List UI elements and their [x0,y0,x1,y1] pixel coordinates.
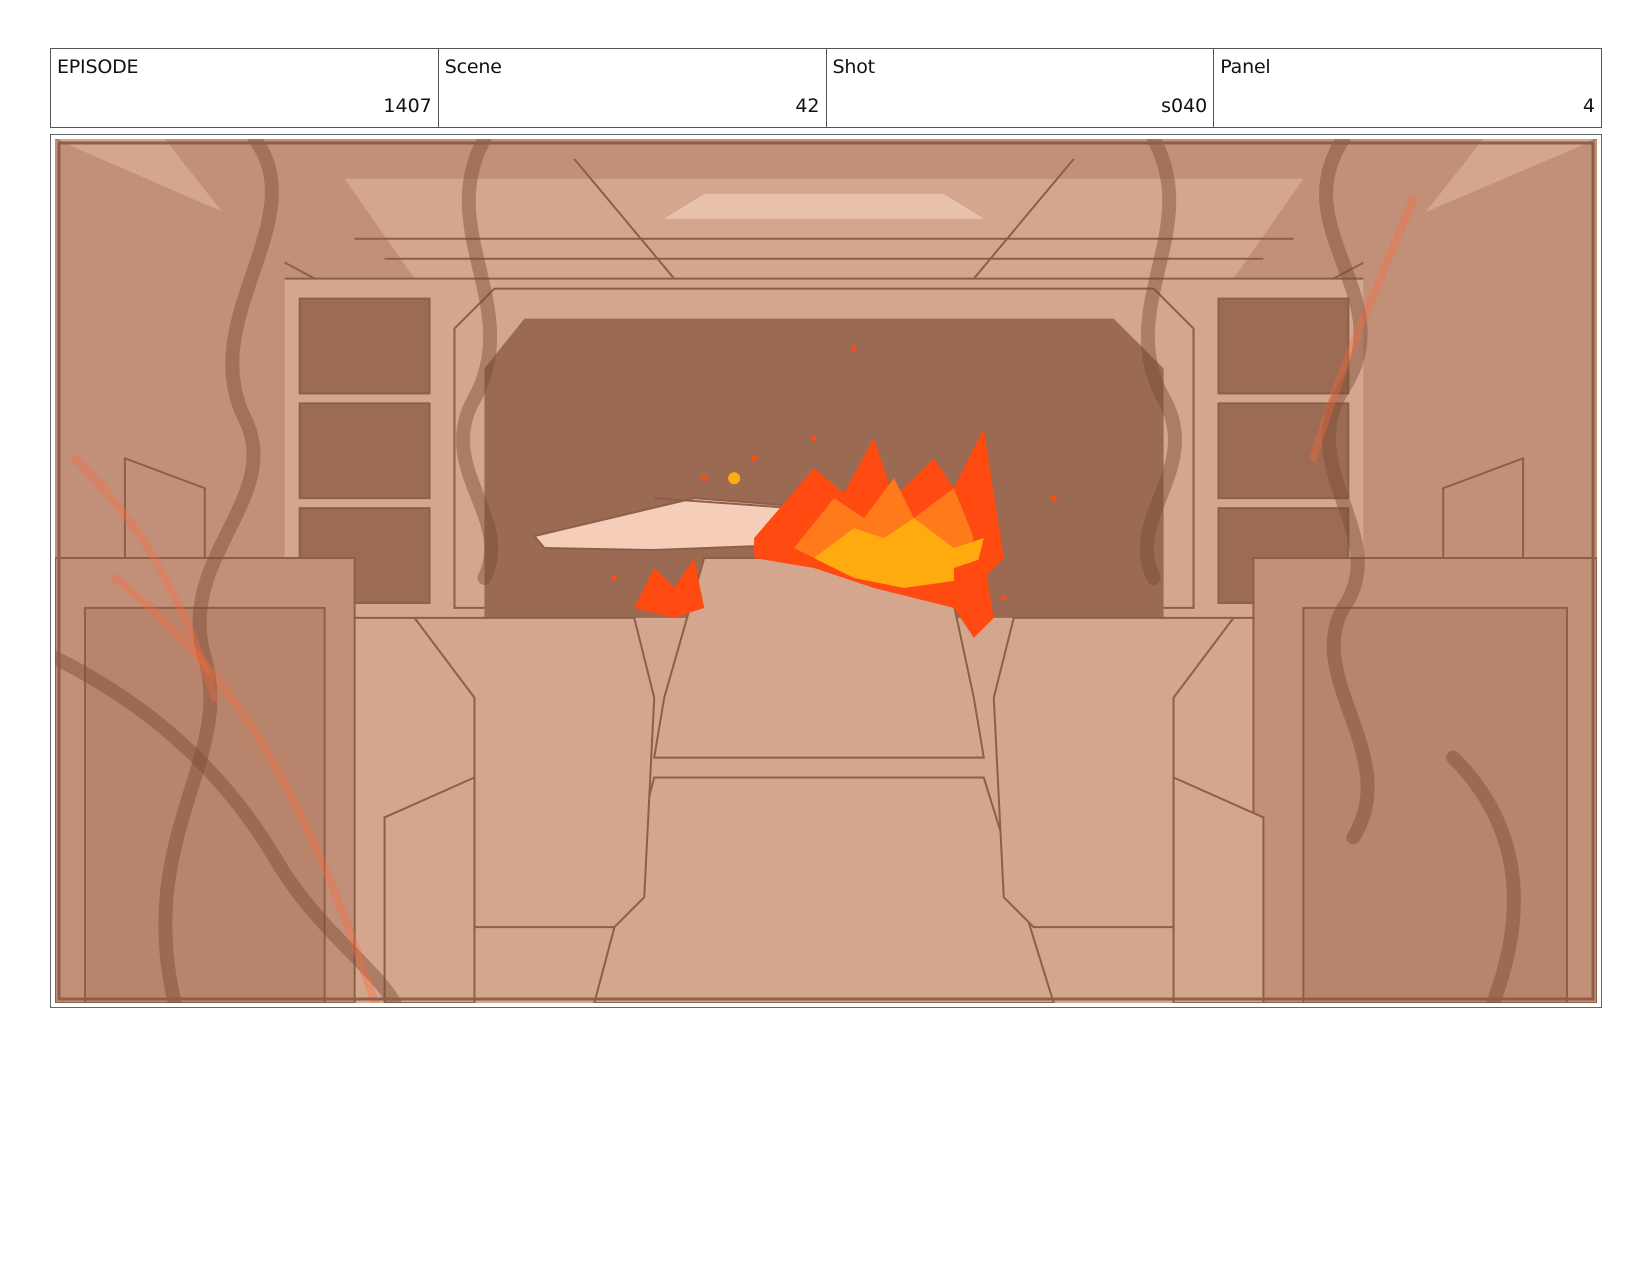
right-console-panel [1172,775,1265,1003]
storyboard-panel-frame [50,134,1602,1008]
panel-label: Panel [1220,56,1271,78]
panel-value: 4 [1582,95,1595,117]
ceiling-light-strip [664,193,984,219]
shot-value: s040 [1161,95,1208,117]
shot-cell: Shot s040 [827,49,1215,127]
storyboard-drawing [55,139,1597,1003]
floor-walkway [593,776,1055,1003]
storyboard-header: EPISODE 1407 Scene 42 Shot s040 Panel 4 [50,48,1602,128]
episode-cell: EPISODE 1407 [51,49,439,127]
cockpit-fire-illustration [55,139,1597,1003]
scene-label: Scene [444,56,502,78]
episode-value: 1407 [383,95,432,117]
scene-cell: Scene 42 [439,49,827,127]
panel-cell: Panel 4 [1214,49,1601,127]
scene-value: 42 [795,95,820,117]
episode-label: EPISODE [57,56,139,78]
left-console-panel [383,775,476,1003]
shot-label: Shot [832,56,876,78]
